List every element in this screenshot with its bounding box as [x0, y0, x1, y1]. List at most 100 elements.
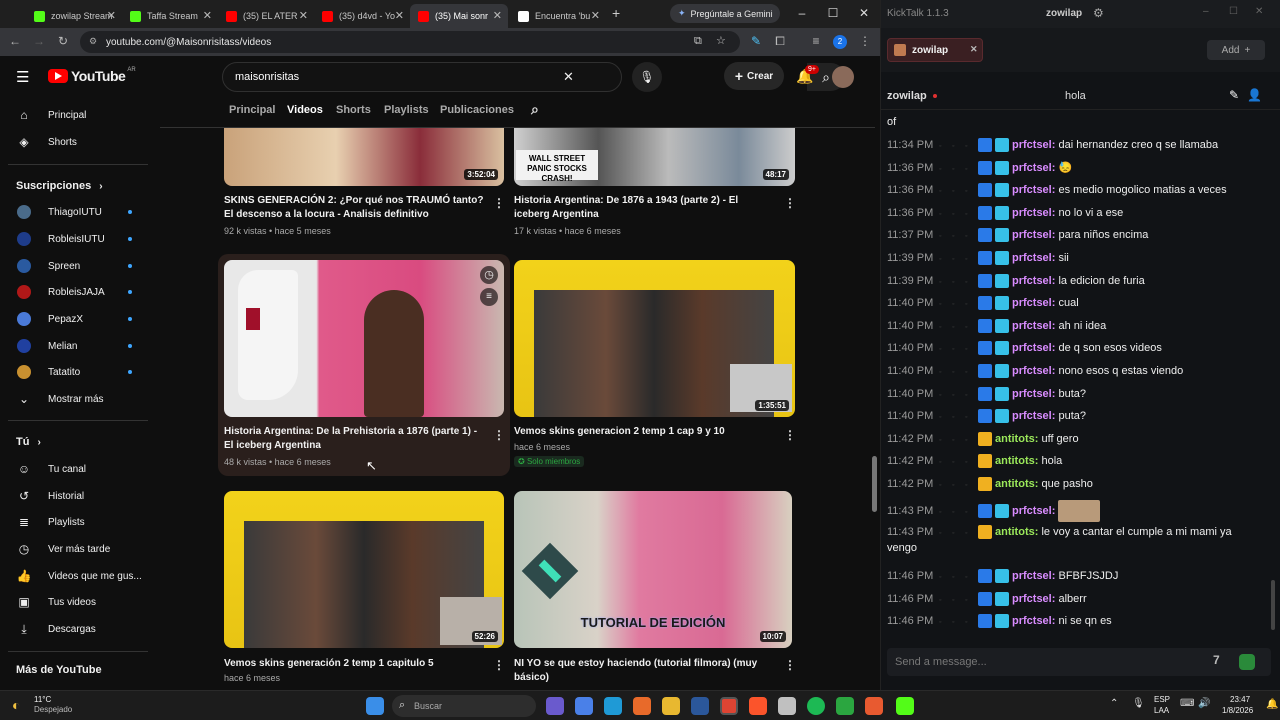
- chat-username[interactable]: antitots: [995, 455, 1035, 467]
- tab-publicaciones[interactable]: Publicaciones: [440, 104, 514, 116]
- chat-username[interactable]: prfctsel: [1012, 184, 1052, 196]
- mod-delete-icon[interactable]: ◦: [965, 597, 974, 606]
- chat-message[interactable]: 11:46 PM ◦ ◦ ◦ prfctsel: alberr: [887, 591, 1087, 606]
- browser-tab[interactable]: zowilap Stream ✕: [26, 4, 122, 28]
- clock-time[interactable]: 23:47: [1230, 695, 1250, 704]
- reload-icon[interactable]: ↻: [55, 34, 71, 48]
- site-info-icon[interactable]: ⚙: [89, 36, 97, 47]
- mod-ban-icon[interactable]: ◦: [952, 301, 961, 310]
- chat-username[interactable]: prfctsel: [1012, 162, 1052, 174]
- chat-message[interactable]: 11:43 PM ◦ ◦ ◦ prfctsel:: [887, 499, 1101, 522]
- mod-delete-icon[interactable]: ◦: [965, 301, 974, 310]
- sidebar-sub-item[interactable]: Spreen: [0, 253, 150, 279]
- chat-message[interactable]: 11:39 PM ◦ ◦ ◦ prfctsel: la edicion de furia: [887, 273, 1145, 288]
- minimize-icon[interactable]: –: [792, 6, 812, 20]
- mod-delete-icon[interactable]: ◦: [965, 324, 974, 333]
- mod-delete-icon[interactable]: ◦: [965, 437, 974, 446]
- mod-timeout-icon[interactable]: ◦: [939, 392, 948, 401]
- language-indicator[interactable]: ESP: [1154, 695, 1170, 704]
- mod-timeout-icon[interactable]: ◦: [939, 530, 948, 539]
- mod-timeout-icon[interactable]: ◦: [939, 211, 948, 220]
- mod-delete-icon[interactable]: ◦: [965, 188, 974, 197]
- chat-message[interactable]: 11:46 PM ◦ ◦ ◦ prfctsel: ni se qn es: [887, 614, 1112, 629]
- chat-message[interactable]: 11:40 PM ◦ ◦ ◦ prfctsel: buta?: [887, 386, 1086, 401]
- hamburger-menu-icon[interactable]: ☰: [16, 68, 29, 86]
- chat-message[interactable]: 11:37 PM ◦ ◦ ◦ prfctsel: para niños encima: [887, 228, 1148, 243]
- video-title[interactable]: NI YO se que estoy haciendo (tutorial fi…: [514, 657, 774, 685]
- install-icon[interactable]: ⧉: [694, 35, 702, 48]
- chat-username[interactable]: prfctsel: [1012, 388, 1052, 400]
- mod-timeout-icon[interactable]: ◦: [939, 574, 948, 583]
- users-icon[interactable]: 👤: [1247, 88, 1262, 102]
- you-heading[interactable]: Tú ›: [16, 436, 41, 448]
- chat-message[interactable]: 11:40 PM ◦ ◦ ◦ prfctsel: puta?: [887, 409, 1086, 424]
- mod-timeout-icon[interactable]: ◦: [939, 459, 948, 468]
- chat-username[interactable]: antitots: [995, 478, 1035, 490]
- mod-delete-icon[interactable]: ◦: [965, 369, 974, 378]
- mod-timeout-icon[interactable]: ◦: [939, 369, 948, 378]
- mod-timeout-icon[interactable]: ◦: [939, 279, 948, 288]
- sidebar-item-tus-videos[interactable]: ▣ Tus videos: [0, 589, 150, 615]
- weather-icon[interactable]: ◐: [12, 697, 20, 713]
- mod-ban-icon[interactable]: ◦: [952, 324, 961, 333]
- chat-message[interactable]: 11:42 PM ◦ ◦ ◦ antitots: hola: [887, 454, 1062, 469]
- brave-icon[interactable]: [749, 697, 767, 715]
- sidepanel-icon[interactable]: ≡: [808, 34, 824, 48]
- chat-username[interactable]: prfctsel: [1012, 593, 1052, 605]
- sidebar-item-shorts[interactable]: ◈ Shorts: [0, 129, 150, 155]
- close-tab-icon[interactable]: ✕: [591, 9, 600, 22]
- mod-ban-icon[interactable]: ◦: [952, 211, 961, 220]
- sidebar-item-principal[interactable]: ⌂ Principal: [0, 102, 150, 128]
- show-more-button[interactable]: ⌄ Mostrar más: [0, 386, 150, 412]
- mod-delete-icon[interactable]: ◦: [965, 346, 974, 355]
- new-tab-icon[interactable]: +: [612, 5, 620, 21]
- video-title[interactable]: Vemos skins generacion 2 temp 1 cap 9 y …: [514, 425, 774, 439]
- mod-timeout-icon[interactable]: ◦: [939, 619, 948, 628]
- chat-message[interactable]: 11:40 PM ◦ ◦ ◦ prfctsel: ah ni idea: [887, 318, 1106, 333]
- mod-delete-icon[interactable]: ◦: [965, 619, 974, 628]
- chat-message[interactable]: 11:43 PM ◦ ◦ ◦ antitots: le voy a cantar el …: [887, 524, 1232, 539]
- settings-gear-icon[interactable]: ⚙: [1093, 6, 1104, 20]
- snipping-tool-icon[interactable]: [778, 697, 796, 715]
- mod-timeout-icon[interactable]: ◦: [939, 233, 948, 242]
- add-channel-button[interactable]: Add +: [1207, 40, 1265, 60]
- mod-ban-icon[interactable]: ◦: [952, 509, 961, 518]
- tab-shorts[interactable]: Shorts: [336, 104, 371, 116]
- mod-ban-icon[interactable]: ◦: [952, 256, 961, 265]
- mod-timeout-icon[interactable]: ◦: [939, 414, 948, 423]
- video-thumbnail[interactable]: TUTORIAL DE EDICIÓN 10:07: [514, 491, 792, 648]
- close-tab-icon[interactable]: ✕: [299, 9, 308, 22]
- mod-ban-icon[interactable]: ◦: [952, 346, 961, 355]
- word-icon[interactable]: [691, 697, 709, 715]
- mod-delete-icon[interactable]: ◦: [965, 392, 974, 401]
- mod-timeout-icon[interactable]: ◦: [939, 346, 948, 355]
- maximize-icon[interactable]: ☐: [823, 6, 843, 20]
- chat-username[interactable]: prfctsel: [1012, 505, 1052, 517]
- mod-timeout-icon[interactable]: ◦: [939, 437, 948, 446]
- mod-delete-icon[interactable]: ◦: [965, 574, 974, 583]
- mod-ban-icon[interactable]: ◦: [952, 188, 961, 197]
- pin-icon[interactable]: ✎: [1229, 88, 1239, 102]
- chat-message[interactable]: 11:40 PM ◦ ◦ ◦ prfctsel: de q son esos video…: [887, 341, 1162, 356]
- close-tab-icon[interactable]: ✕: [107, 9, 116, 22]
- mod-ban-icon[interactable]: ◦: [952, 437, 961, 446]
- mod-ban-icon[interactable]: ◦: [952, 233, 961, 242]
- video-menu-icon[interactable]: ⋮: [493, 658, 505, 672]
- sidebar-item-liked-videos[interactable]: 👍 Videos que me gus...: [0, 563, 150, 589]
- sidebar-sub-item[interactable]: Melian: [0, 333, 150, 359]
- close-tab-icon[interactable]: ✕: [493, 9, 502, 22]
- menu-kebab-icon[interactable]: ⋮: [857, 34, 873, 48]
- close-window-icon[interactable]: ✕: [1255, 6, 1263, 17]
- video-title[interactable]: Historia Argentina: De 1876 a 1943 (part…: [514, 194, 774, 222]
- tab-principal[interactable]: Principal: [229, 104, 275, 116]
- mod-delete-icon[interactable]: ◦: [965, 256, 974, 265]
- video-menu-icon[interactable]: ⋮: [784, 428, 796, 442]
- chat-username[interactable]: prfctsel: [1012, 275, 1052, 287]
- browser-tab-active[interactable]: (35) Mai sonr ✕: [410, 4, 508, 28]
- mod-timeout-icon[interactable]: ◦: [939, 143, 948, 152]
- tab-videos[interactable]: Videos: [287, 104, 323, 116]
- obs-icon[interactable]: [865, 697, 883, 715]
- video-menu-icon[interactable]: ⋮: [493, 428, 505, 442]
- chat-message[interactable]: 11:40 PM ◦ ◦ ◦ prfctsel: nono esos q estas v…: [887, 364, 1183, 378]
- mod-ban-icon[interactable]: ◦: [952, 279, 961, 288]
